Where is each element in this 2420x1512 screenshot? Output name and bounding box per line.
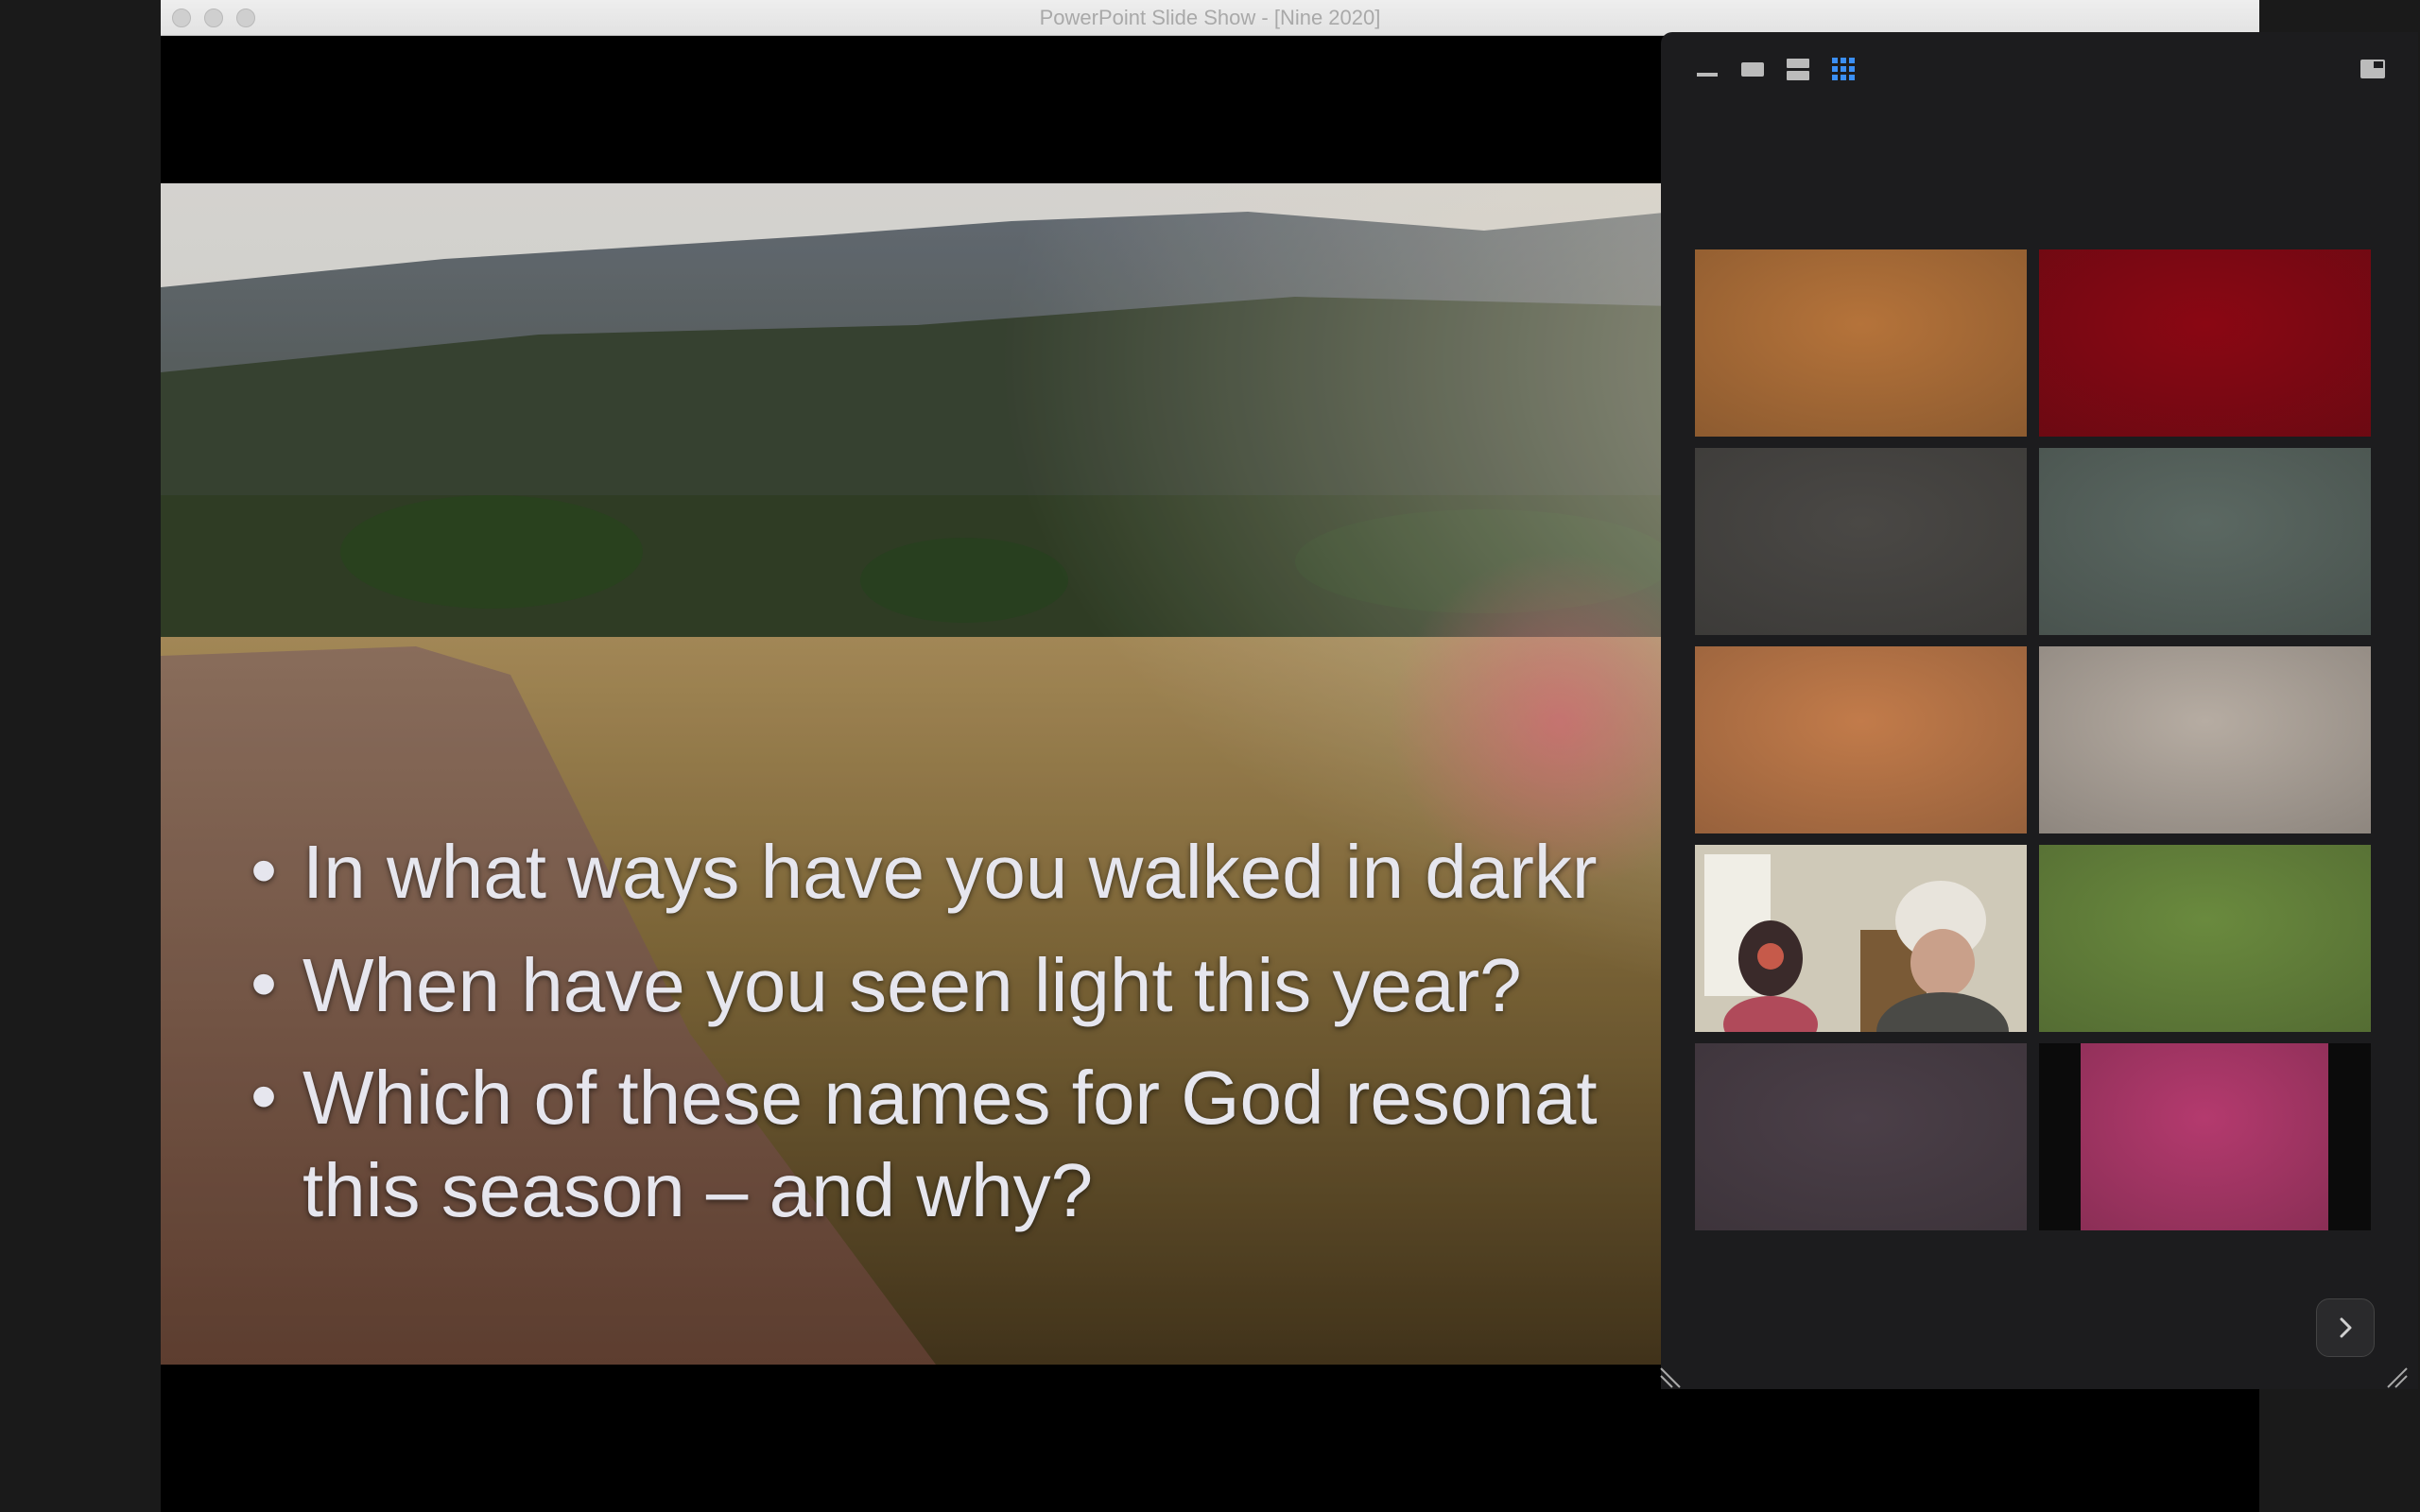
chevron-right-icon: [2340, 1317, 2352, 1338]
two-row-view-icon[interactable]: [1782, 53, 1814, 85]
participant-video: [1695, 1043, 2027, 1230]
participant-video: [2039, 1043, 2371, 1230]
resize-handle-right-icon[interactable]: [2386, 1366, 2409, 1389]
participant-tile-4[interactable]: [2039, 448, 2371, 635]
bullet-glyph: •: [251, 1054, 278, 1139]
bullet-text: In what ways have you walked in darkr: [302, 830, 1598, 914]
resize-handle-left-icon[interactable]: [1659, 1366, 1682, 1389]
bullet-glyph: •: [251, 940, 278, 1025]
participant-tile-5[interactable]: [1695, 646, 2027, 833]
participant-tile-2[interactable]: [2039, 249, 2371, 437]
bullet-text: When have you seen light this year?: [302, 942, 1522, 1027]
participant-video: [1695, 646, 2027, 833]
participant-tile-9[interactable]: [1695, 1043, 2027, 1230]
participant-video: [2039, 646, 2371, 833]
participant-video: [2039, 249, 2371, 437]
participant-tile-3[interactable]: [1695, 448, 2027, 635]
bullet-text: this season – and why?: [302, 1147, 1094, 1232]
video-gallery-panel: [1659, 32, 2418, 1389]
participant-video: [1695, 249, 2027, 437]
speaker-view-icon[interactable]: [1737, 53, 1769, 85]
participant-tile-10[interactable]: [2039, 1043, 2371, 1230]
exit-gallery-icon[interactable]: [2357, 53, 2389, 85]
window-title: PowerPoint Slide Show - [Nine 2020]: [1039, 6, 1381, 29]
title-bar: PowerPoint Slide Show - [Nine 2020]: [161, 0, 2259, 36]
bullet-text: Which of these names for God resonat: [302, 1056, 1598, 1141]
participant-tile-6[interactable]: [2039, 646, 2371, 833]
grid-view-icon[interactable]: [1827, 53, 1859, 85]
next-page-button[interactable]: [2316, 1298, 2375, 1357]
participant-tile-1[interactable]: [1695, 249, 2027, 437]
participant-tile-7[interactable]: [1695, 845, 2027, 1032]
participant-tile-8[interactable]: [2039, 845, 2371, 1032]
bullet-glyph: •: [251, 828, 278, 912]
participant-video: [1695, 845, 2027, 1032]
minimize-video-icon[interactable]: [1691, 53, 1723, 85]
participant-video: [2039, 845, 2371, 1032]
participant-video: [2039, 448, 2371, 635]
participant-video: [1695, 448, 2027, 635]
